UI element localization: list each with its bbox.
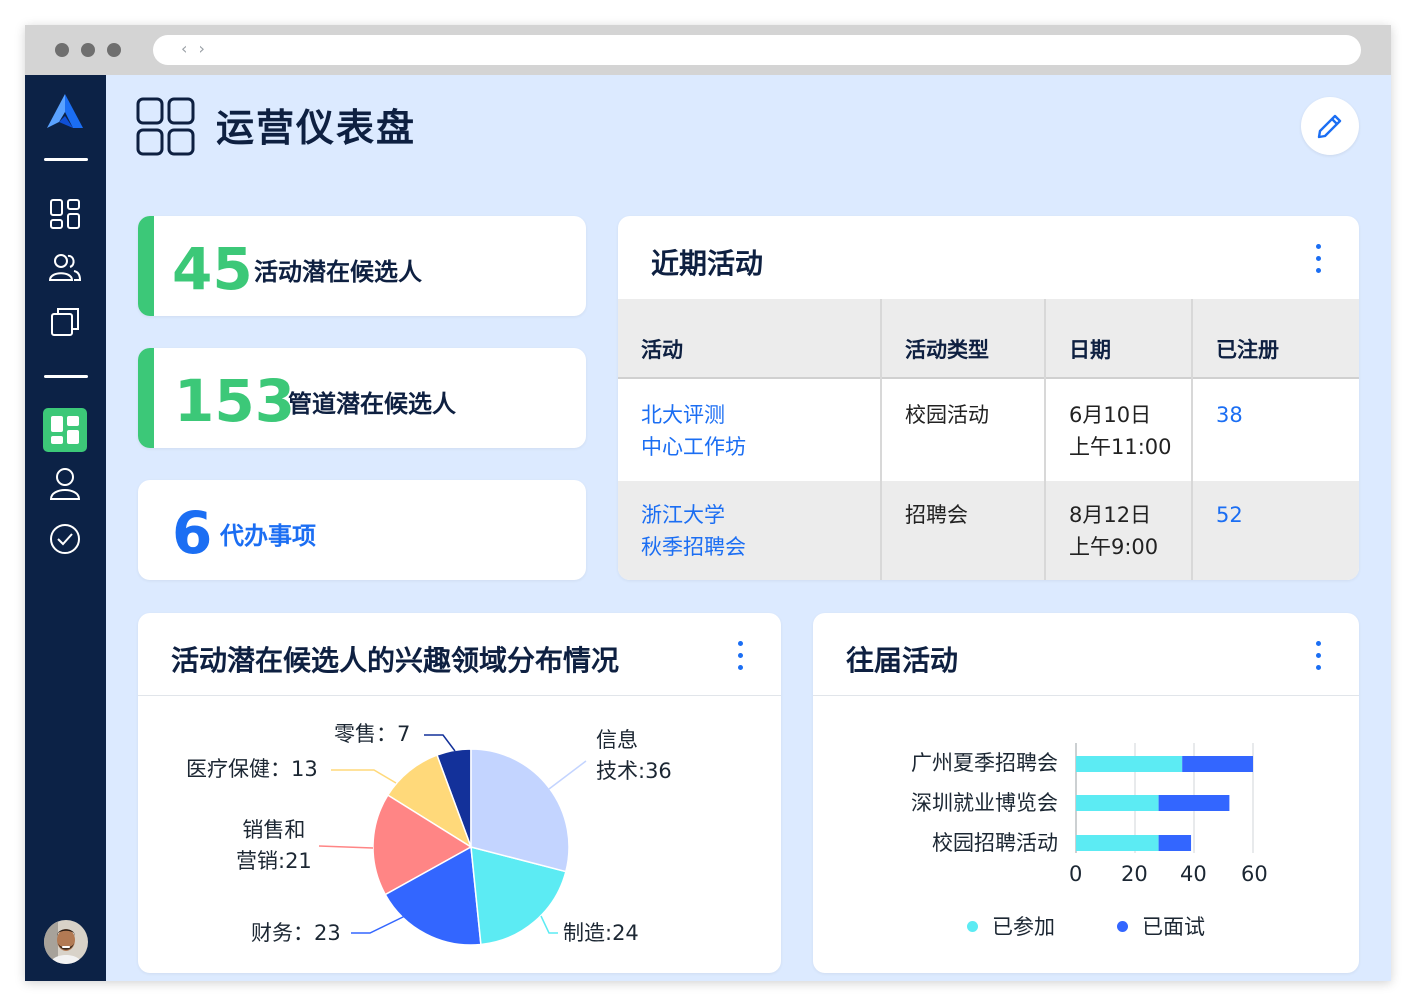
x-tick-label: 20: [1121, 862, 1148, 886]
table-row[interactable]: 北大评测 中心工作坊 校园活动 6月10日 上午11:00 38: [618, 381, 1359, 481]
pencil-icon: [1317, 114, 1342, 139]
leader-line-healthcare: [331, 769, 397, 784]
dashboard-icon: [51, 416, 79, 444]
legend-dot-icon: [1117, 920, 1128, 932]
table-row[interactable]: 浙江大学 秋季招聘会 招聘会 8月12日 上午9:00 52: [618, 481, 1359, 580]
sidebar-item-grid[interactable]: [47, 196, 83, 232]
table-header: 活动 活动类型 日期 已注册: [618, 299, 1359, 379]
leader-line-sales: [318, 845, 374, 849]
bar-0-0[interactable]: [1076, 756, 1183, 772]
stat-card-event-candidates[interactable]: 45 活动潜在候选人: [138, 216, 586, 316]
avatar[interactable]: [44, 920, 88, 964]
leader-line-finance: [351, 915, 406, 934]
edit-button[interactable]: [1301, 97, 1359, 155]
sidebar-item-tasks[interactable]: [47, 521, 83, 557]
bar-category-label: 广州夏季招聘会: [911, 751, 1058, 775]
stat-label: 代办事项: [220, 522, 316, 550]
bar-category-label: 深圳就业博览会: [911, 791, 1058, 815]
browser-window: ‹ › 运营仪表盘 45 活动潜在候选人 153 管道潜在候选人 6 代办事项 …: [25, 25, 1391, 981]
sidebar: [25, 75, 106, 981]
column-header-event[interactable]: 活动: [641, 334, 683, 364]
window-dot-icon[interactable]: [81, 43, 95, 57]
window-dot-icon[interactable]: [55, 43, 69, 57]
page-title: 运营仪表盘: [216, 106, 417, 150]
bar-0-1[interactable]: [1182, 756, 1253, 772]
pie-label-it: 信息 技术:36: [596, 728, 672, 783]
registered-count-link[interactable]: 38: [1216, 399, 1243, 431]
bar-category-label: 校园招聘活动: [932, 831, 1058, 855]
pie-chart: [318, 734, 587, 946]
column-header-date[interactable]: 日期: [1069, 334, 1111, 364]
sidebar-item-users[interactable]: [47, 249, 83, 285]
stat-label: 活动潜在候选人: [254, 258, 422, 286]
grid-icon: [50, 199, 80, 229]
stat-value: 6: [172, 499, 213, 567]
sidebar-divider: [44, 158, 88, 161]
pie-label-manufacturing: 制造:24: [563, 921, 639, 945]
bar-2-1[interactable]: [1158, 835, 1192, 851]
registered-count-link[interactable]: 52: [1216, 499, 1243, 531]
sidebar-item-profile[interactable]: [47, 466, 83, 502]
event-name-link[interactable]: 北大评测 中心工作坊: [641, 399, 746, 463]
pie-label-retail: 零售：7: [334, 722, 411, 746]
address-bar[interactable]: ‹ ›: [153, 35, 1361, 65]
user-icon: [49, 468, 81, 500]
window-dot-icon[interactable]: [107, 43, 121, 57]
legend-dot-icon: [967, 920, 978, 932]
x-tick-label: 60: [1241, 862, 1268, 886]
main-content: 运营仪表盘 45 活动潜在候选人 153 管道潜在候选人 6 代办事项 近期活动: [106, 75, 1391, 981]
column-divider: [1191, 299, 1193, 580]
dashboard-header-icon: [136, 97, 196, 161]
event-type: 校园活动: [905, 403, 989, 427]
bar-1-1[interactable]: [1158, 795, 1230, 811]
x-tick-label: 40: [1180, 862, 1207, 886]
pie-label-sales: 销售和 营销:21: [236, 818, 312, 873]
browser-chrome: ‹ ›: [25, 25, 1391, 75]
sidebar-item-folders[interactable]: [47, 303, 83, 339]
app-logo-icon[interactable]: [45, 92, 85, 136]
stat-accent-bar: [138, 348, 154, 448]
leader-line-manufacturing: [540, 915, 558, 934]
check-circle-icon: [50, 524, 80, 554]
stat-accent-bar: [138, 216, 154, 316]
leader-line-it: [548, 760, 587, 790]
pie-label-finance: 财务：23: [251, 921, 341, 945]
column-divider: [880, 299, 882, 580]
event-date: 8月12日 上午9:00: [1069, 503, 1159, 559]
stat-card-todo[interactable]: 6 代办事项: [138, 480, 586, 580]
stat-label: 管道潜在候选人: [288, 390, 456, 418]
bar-2-0[interactable]: [1076, 835, 1159, 851]
more-options-icon[interactable]: [1313, 242, 1323, 276]
folders-icon: [51, 308, 79, 336]
column-divider: [1044, 299, 1046, 580]
event-type: 招聘会: [905, 503, 968, 527]
legend-item-interviewed[interactable]: 已面试: [1117, 911, 1205, 941]
sidebar-divider: [44, 375, 88, 378]
users-icon: [48, 254, 82, 281]
back-forward-icon[interactable]: ‹ ›: [181, 39, 208, 58]
recent-events-title: 近期活动: [651, 247, 764, 280]
stat-value: 45: [172, 235, 253, 303]
x-tick-label: 0: [1069, 862, 1083, 886]
stat-value: 153: [174, 367, 296, 435]
legend-item-attended[interactable]: 已参加: [967, 911, 1055, 941]
pie-label-healthcare: 医疗保健：13: [186, 757, 318, 781]
sidebar-item-dashboard[interactable]: [43, 408, 87, 452]
leader-line-retail: [424, 734, 456, 752]
event-name-link[interactable]: 浙江大学 秋季招聘会: [641, 499, 746, 563]
event-date: 6月10日 上午11:00: [1069, 403, 1172, 459]
recent-events-card: 近期活动 活动 活动类型 日期 已注册 北大评测 中心工作坊 校园活动 6月10日…: [618, 216, 1359, 580]
past-events-card: 往届活动 广州夏季招聘会 深圳就业博览会 校园招聘活动 0 20 40 60 已…: [813, 613, 1359, 973]
stat-card-pipeline-candidates[interactable]: 153 管道潜在候选人: [138, 348, 586, 448]
column-header-type[interactable]: 活动类型: [905, 334, 989, 364]
bar-1-0[interactable]: [1076, 795, 1159, 811]
column-header-registered[interactable]: 已注册: [1216, 334, 1279, 364]
interest-distribution-card: 活动潜在候选人的兴趣领域分布情况 信息 技术:36 制造:24 财务：23 销售和…: [138, 613, 781, 973]
